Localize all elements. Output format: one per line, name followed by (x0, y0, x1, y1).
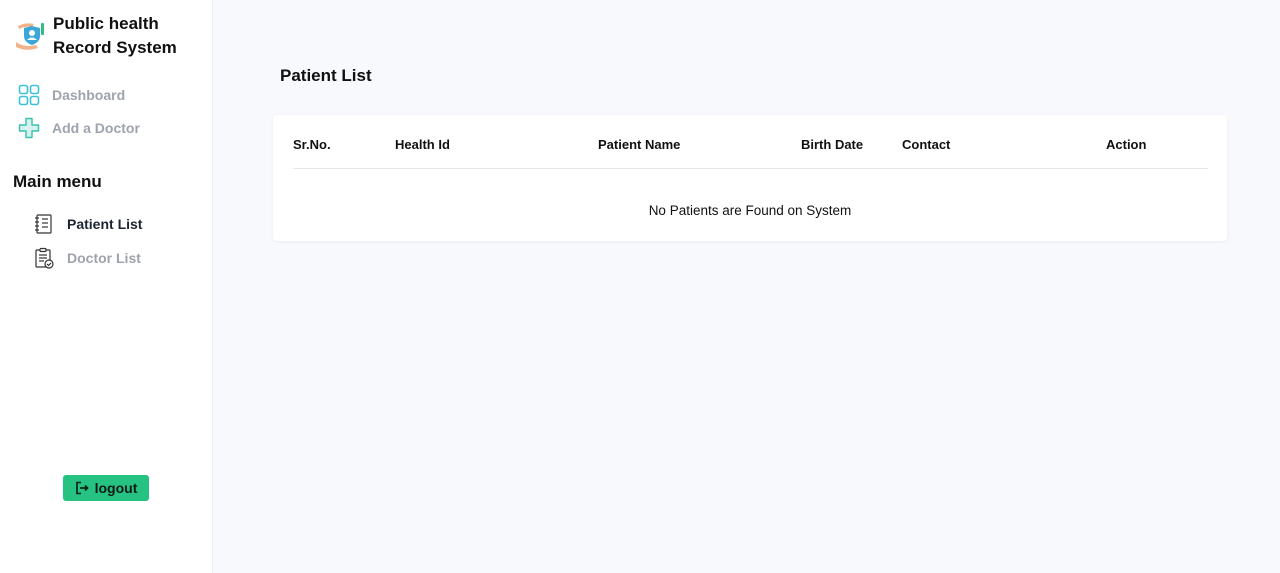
nav-add-doctor-label: Add a Doctor (52, 120, 140, 136)
patient-table: Sr.No. Health Id Patient Name Birth Date… (273, 115, 1227, 241)
nav-doctor-list[interactable]: Doctor List (33, 247, 141, 269)
column-header-action: Action (1106, 137, 1147, 152)
column-header-patient-name: Patient Name (598, 137, 681, 152)
clipboard-check-icon (33, 247, 55, 269)
column-header-birth-date: Birth Date (801, 137, 864, 152)
nav-patient-list-label: Patient List (67, 216, 143, 232)
empty-table-message: No Patients are Found on System (648, 203, 852, 218)
logout-icon (75, 481, 89, 495)
logout-button[interactable]: logout (63, 475, 149, 501)
page-title: Patient List (280, 66, 372, 85)
nav-add-doctor[interactable]: Add a Doctor (18, 117, 140, 139)
grid-icon (18, 84, 40, 106)
nav-doctor-list-label: Doctor List (67, 250, 141, 266)
column-header-sr-no: Sr.No. (293, 137, 331, 152)
app-title: Public health Record System (53, 14, 177, 57)
medical-cross-icon (18, 117, 40, 139)
sidebar: Public health Record System Dashboard Ad… (0, 0, 213, 573)
main-menu-heading: Main menu (13, 172, 102, 191)
brand[interactable]: Public health Record System (14, 12, 203, 60)
column-header-contact: Contact (902, 137, 951, 152)
table-header: Sr.No. Health Id Patient Name Birth Date… (293, 115, 1208, 169)
nav-patient-list[interactable]: Patient List (33, 213, 142, 235)
logout-label: logout (94, 480, 138, 496)
health-shield-hands-icon (14, 18, 46, 54)
column-header-health-id: Health Id (395, 137, 450, 152)
document-list-icon (33, 213, 55, 235)
nav-dashboard[interactable]: Dashboard (18, 84, 125, 106)
nav-dashboard-label: Dashboard (52, 87, 126, 103)
